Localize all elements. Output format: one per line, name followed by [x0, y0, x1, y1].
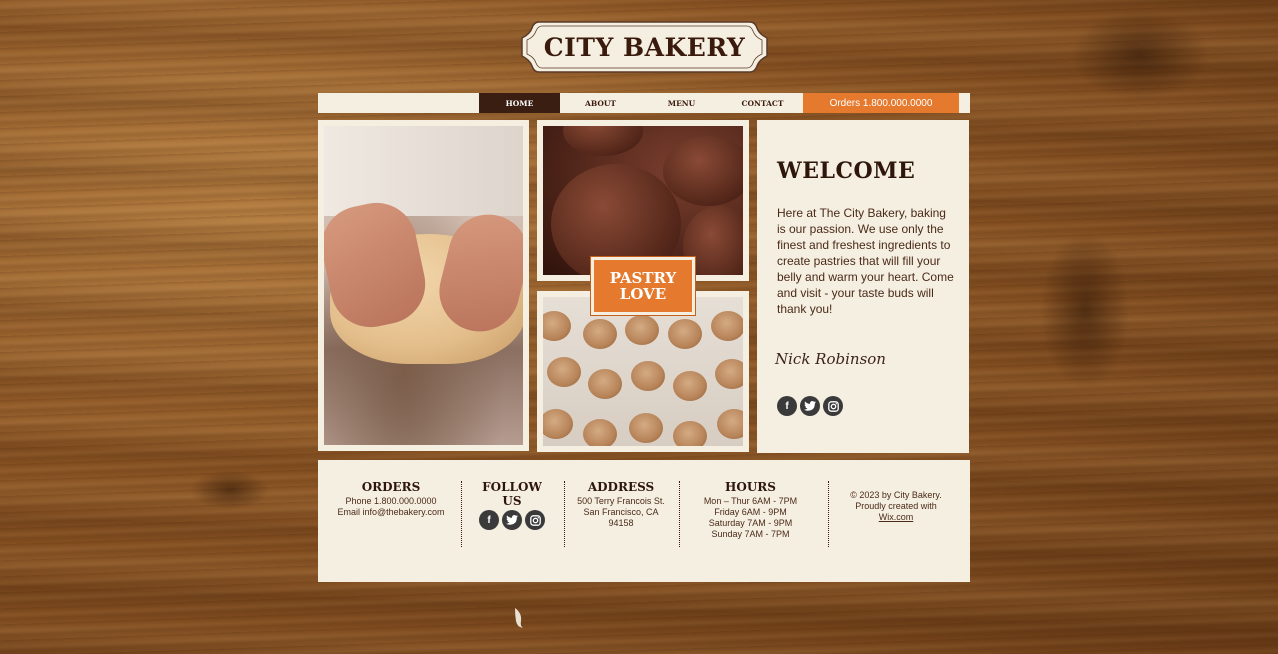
cookie — [668, 319, 702, 349]
footer-hours-line: Saturday 7AM - 9PM — [708, 518, 793, 528]
cookies-photo — [543, 297, 743, 446]
footer-hours-line: Friday 6AM - 9PM — [714, 507, 787, 517]
footer-address-line: 94158 — [608, 518, 634, 528]
footer-divider — [564, 481, 565, 547]
pastry-love-badge: PASTRY LOVE — [590, 256, 696, 316]
footer-hours-line: Sunday 7AM - 7PM — [711, 529, 790, 539]
cookie — [547, 357, 581, 387]
signature: Nick Robinson — [775, 350, 886, 368]
welcome-title: WELCOME — [777, 158, 916, 184]
cookie — [629, 413, 663, 443]
wix-link[interactable]: Wix.com — [838, 512, 954, 523]
footer-social-links: f — [472, 510, 552, 530]
badge-line-1: PASTRY — [609, 269, 677, 287]
footer-divider — [461, 481, 462, 547]
cookie — [543, 409, 573, 439]
footer-address-line: San Francisco, CA — [583, 507, 659, 517]
cookie — [673, 421, 707, 446]
cookie — [625, 315, 659, 345]
site-logo[interactable]: CITY BAKERY — [519, 20, 770, 74]
footer-phone: Phone 1.800.000.0000 — [345, 496, 437, 506]
cookie — [711, 311, 743, 341]
twitter-icon[interactable] — [800, 396, 820, 416]
footer-address: ADDRESS 500 Terry Francois St. San Franc… — [570, 480, 672, 529]
main-nav: HOME ABOUT MENU CONTACT Orders 1.800.000… — [318, 93, 970, 113]
cookie — [588, 369, 622, 399]
footer-orders: ORDERS Phone 1.800.000.0000 Email info@t… — [328, 480, 454, 518]
nav-about[interactable]: ABOUT — [560, 93, 641, 113]
copyright-text: © 2023 by City Bakery. — [850, 490, 942, 500]
footer-hours-line: Mon – Thur 6AM - 7PM — [703, 496, 798, 506]
muffin — [563, 126, 643, 156]
badge-line-2: LOVE — [619, 285, 667, 303]
dough-photo — [324, 126, 523, 445]
cookie — [631, 361, 665, 391]
instagram-icon[interactable] — [525, 510, 545, 530]
wood-knot — [1070, 10, 1210, 100]
footer-hours: HOURS Mon – Thur 6AM - 7PM Friday 6AM - … — [688, 480, 813, 540]
footer-divider — [679, 481, 680, 547]
nav-menu[interactable]: MENU — [641, 93, 722, 113]
cookie — [543, 311, 571, 341]
cookie — [717, 409, 743, 439]
cookie — [715, 359, 743, 389]
site-title: CITY BAKERY — [543, 32, 746, 62]
footer-hours-title: HOURS — [725, 480, 776, 494]
facebook-icon[interactable]: f — [479, 510, 499, 530]
nav-home[interactable]: HOME — [479, 93, 560, 113]
welcome-text: Here at The City Bakery, baking is our p… — [777, 206, 954, 316]
wood-knot — [1040, 230, 1130, 390]
orders-phone-link[interactable]: Orders 1.800.000.0000 — [803, 93, 959, 113]
footer-follow: FOLLOW US f — [472, 480, 552, 530]
footer-address-line: 500 Terry Francois St. — [577, 496, 665, 506]
footer-email[interactable]: Email info@thebakery.com — [328, 507, 454, 518]
footer-copyright: © 2023 by City Bakery. Proudly created w… — [838, 490, 954, 523]
cookie — [583, 419, 617, 446]
footer: ORDERS Phone 1.800.000.0000 Email info@t… — [318, 460, 970, 582]
nav-contact[interactable]: CONTACT — [722, 93, 803, 113]
footer-divider — [828, 481, 829, 547]
muffin — [663, 136, 743, 206]
leaf-icon — [515, 608, 523, 628]
facebook-icon[interactable]: f — [777, 396, 797, 416]
cookie — [673, 371, 707, 401]
footer-orders-title: ORDERS — [361, 480, 421, 494]
copyright-text: Proudly created with — [855, 501, 937, 511]
wood-knot — [190, 470, 270, 510]
welcome-panel: WELCOME Here at The City Bakery, baking … — [757, 120, 969, 453]
twitter-icon[interactable] — [502, 510, 522, 530]
cookie — [583, 319, 617, 349]
chef-sleeve — [324, 126, 523, 216]
instagram-icon[interactable] — [823, 396, 843, 416]
social-links: f — [777, 396, 843, 416]
footer-address-title: ADDRESS — [587, 480, 655, 494]
footer-follow-title: FOLLOW US — [482, 480, 542, 508]
muffin-photo — [543, 126, 743, 275]
